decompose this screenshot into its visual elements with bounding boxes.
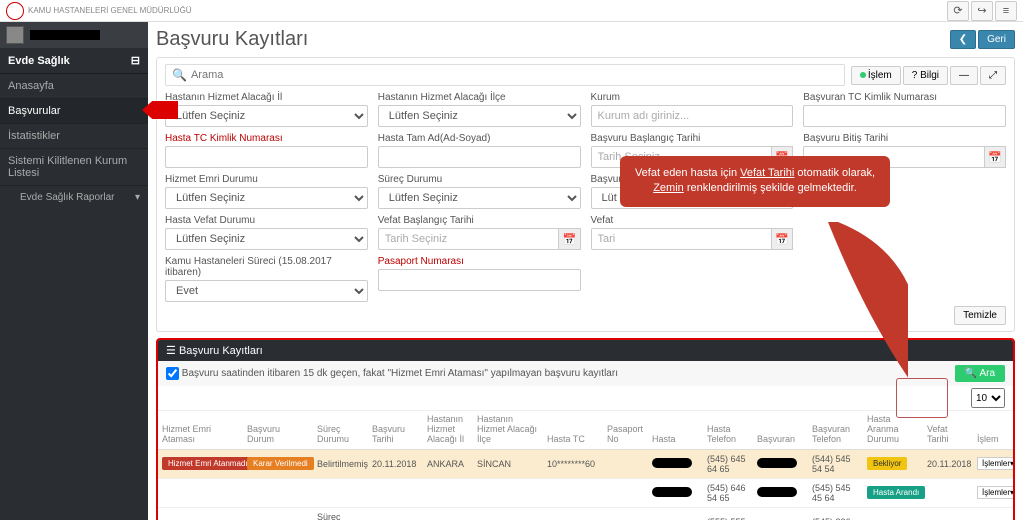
menu-icon[interactable]: ≡ bbox=[995, 1, 1017, 21]
arama-badge: Hasta Arandı bbox=[867, 486, 925, 499]
filter-select[interactable]: Lütfen Seçiniz bbox=[165, 187, 368, 209]
back-chevron-button[interactable]: ❮ bbox=[950, 30, 976, 49]
pointer-arrow bbox=[142, 101, 178, 119]
arama-badge: Bekliyor bbox=[867, 457, 907, 470]
filter-label: Başvuru Başlangıç Tarihi bbox=[591, 133, 794, 144]
clear-button[interactable]: Temizle bbox=[954, 306, 1006, 325]
row-actions-button[interactable]: İşlemler▾ bbox=[977, 486, 1015, 499]
basvuran-redacted bbox=[757, 458, 797, 468]
filter-label: Başvuran TC Kimlik Numarası bbox=[803, 92, 1006, 103]
filter-label: Kamu Hastaneleri Süreci (15.08.2017 itib… bbox=[165, 256, 368, 278]
calendar-icon[interactable]: 📅 bbox=[772, 228, 793, 250]
filter-label: Kurum bbox=[591, 92, 794, 103]
sidebar-sub-raporlar[interactable]: Evde Sağlık Raporlar ▾ bbox=[0, 186, 148, 209]
col-header[interactable]: Başvuran bbox=[753, 411, 808, 449]
module-label: Evde Sağlık bbox=[8, 55, 70, 67]
page-title: Başvuru Kayıtları bbox=[156, 28, 308, 51]
filter-select[interactable]: Lütfen Seçiniz bbox=[378, 105, 581, 127]
callout-box: Vefat eden hasta için Vefat Tarihi otoma… bbox=[620, 156, 890, 207]
back-button[interactable]: Geri bbox=[978, 30, 1015, 49]
bilgi-button[interactable]: ? Bilgi bbox=[903, 66, 948, 85]
col-header[interactable]: Pasaport No bbox=[603, 411, 648, 449]
hasta-redacted bbox=[652, 458, 692, 468]
durum-badge: Karar Verilmedi bbox=[247, 457, 314, 470]
atama-badge: Hizmet Emri Atanmadı bbox=[162, 457, 254, 470]
islem-button[interactable]: İşlem bbox=[851, 66, 901, 85]
filter-label: Pasaport Numarası bbox=[378, 256, 581, 267]
table-row: Hizmet Emri AtanmadıKarar VerilmediBelir… bbox=[158, 449, 1015, 478]
col-header[interactable]: İşlem bbox=[973, 411, 1015, 449]
basvuran-redacted bbox=[757, 487, 797, 497]
row-actions-button[interactable]: İşlemler▾ bbox=[977, 457, 1015, 470]
search-icon: 🔍 bbox=[172, 68, 187, 82]
filter-label: Vefat Başlangıç Tarihi bbox=[378, 215, 581, 226]
search-input[interactable] bbox=[191, 69, 838, 81]
pending-only-checkbox[interactable] bbox=[166, 367, 179, 380]
calendar-icon[interactable]: 📅 bbox=[985, 146, 1006, 168]
filter-label: Hastanın Hizmet Alacağı İlçe bbox=[378, 92, 581, 103]
filter-select[interactable]: Lütfen Seçiniz bbox=[165, 105, 368, 127]
filter-label: Vefat bbox=[591, 215, 794, 226]
filter-label: Hasta Vefat Durumu bbox=[165, 215, 368, 226]
filter-text-input[interactable] bbox=[803, 105, 1006, 127]
sidebar: Evde Sağlık ⊟ Anasayfa Başvurular İstati… bbox=[0, 22, 148, 520]
hasta-redacted bbox=[652, 487, 692, 497]
col-header[interactable]: Hastanın Hizmet Alacağı İl bbox=[423, 411, 473, 449]
col-header[interactable]: Hasta TC bbox=[543, 411, 603, 449]
pagesize-select[interactable]: 10 bbox=[971, 388, 1005, 408]
filter-label: Hastanın Hizmet Alacağı İl bbox=[165, 92, 368, 103]
avatar bbox=[6, 26, 24, 44]
panel-title: Başvuru Kayıtları bbox=[179, 345, 263, 357]
collapse-filter-button[interactable]: — bbox=[950, 66, 978, 85]
sidebar-item-kilitlenen[interactable]: Sistemi Kilitlenen Kurum Listesi bbox=[0, 149, 148, 186]
filter-date-input[interactable] bbox=[591, 228, 772, 250]
collapse-icon: ⊟ bbox=[131, 54, 140, 67]
col-header[interactable]: Hastanın Hizmet Alacağı İlçe bbox=[473, 411, 543, 449]
col-header[interactable]: Başvuru Durum bbox=[243, 411, 313, 449]
expand-filter-button[interactable]: ⤢ bbox=[980, 66, 1006, 85]
sidebar-item-istatistikler[interactable]: İstatistikler bbox=[0, 124, 148, 149]
filter-label: Hasta Tam Ad(Ad-Soyad) bbox=[378, 133, 581, 144]
col-header[interactable]: Hasta Aranma Durumu bbox=[863, 411, 923, 449]
panel-note: Başvuru saatinden itibaren 15 dk geçen, … bbox=[182, 368, 618, 379]
results-panel: ☰ Başvuru Kayıtları Başvuru saatinden it… bbox=[156, 338, 1015, 520]
sidebar-item-basvurular[interactable]: Başvurular bbox=[0, 99, 148, 124]
module-header[interactable]: Evde Sağlık ⊟ bbox=[0, 48, 148, 74]
org-title: KAMU HASTANELERİ GENEL MÜDÜRLÜĞÜ bbox=[28, 7, 192, 15]
search-button[interactable]: 🔍 Ara bbox=[955, 365, 1005, 382]
table-row: (545) 646 54 65(545) 545 45 64Hasta Aran… bbox=[158, 478, 1015, 507]
filter-label: Hizmet Emri Durumu bbox=[165, 174, 368, 185]
col-header[interactable]: Hizmet Emri Ataması bbox=[158, 411, 243, 449]
logout-icon[interactable]: ↪ bbox=[971, 1, 993, 21]
col-header[interactable]: Vefat Tarihi bbox=[923, 411, 973, 449]
filter-label: Hasta TC Kimlik Numarası bbox=[165, 133, 368, 144]
main: Başvuru Kayıtları ❮ Geri 🔍 İşlem ? Bilgi… bbox=[148, 22, 1023, 520]
user-row bbox=[0, 22, 148, 48]
filter-label: Süreç Durumu bbox=[378, 174, 581, 185]
filter-text-input[interactable] bbox=[378, 146, 581, 168]
col-header[interactable]: Başvuru Tarihi bbox=[368, 411, 423, 449]
table-row: Hizmet Emri AtanmadıOnaylandıSüreç Devam… bbox=[158, 507, 1015, 520]
calendar-icon[interactable]: 📅 bbox=[559, 228, 580, 250]
filter-select[interactable]: Evet bbox=[165, 280, 368, 302]
col-header[interactable]: Başvuran Telefon bbox=[808, 411, 863, 449]
col-header[interactable]: Hasta Telefon bbox=[703, 411, 753, 449]
col-header[interactable]: Hasta bbox=[648, 411, 703, 449]
filter-select[interactable]: Lütfen Seçiniz bbox=[165, 228, 368, 250]
filter-select[interactable]: Lütfen Seçiniz bbox=[378, 187, 581, 209]
filter-date-input[interactable] bbox=[378, 228, 559, 250]
user-name-redacted bbox=[30, 30, 100, 40]
filter-text-input[interactable] bbox=[591, 105, 794, 127]
filter-text-input[interactable] bbox=[378, 269, 581, 291]
refresh-icon[interactable]: ⟳ bbox=[947, 1, 969, 21]
results-table: Hizmet Emri AtamasıBaşvuru DurumSüreç Du… bbox=[158, 411, 1015, 520]
app-logo bbox=[6, 2, 24, 20]
col-header[interactable]: Süreç Durumu bbox=[313, 411, 368, 449]
list-icon: ☰ bbox=[166, 344, 176, 357]
search-field[interactable]: 🔍 bbox=[165, 64, 845, 86]
sidebar-item-anasayfa[interactable]: Anasayfa bbox=[0, 74, 148, 99]
topbar: KAMU HASTANELERİ GENEL MÜDÜRLÜĞÜ ⟳ ↪ ≡ bbox=[0, 0, 1023, 22]
filter-label: Başvuru Bitiş Tarihi bbox=[803, 133, 1006, 144]
filter-text-input[interactable] bbox=[165, 146, 368, 168]
